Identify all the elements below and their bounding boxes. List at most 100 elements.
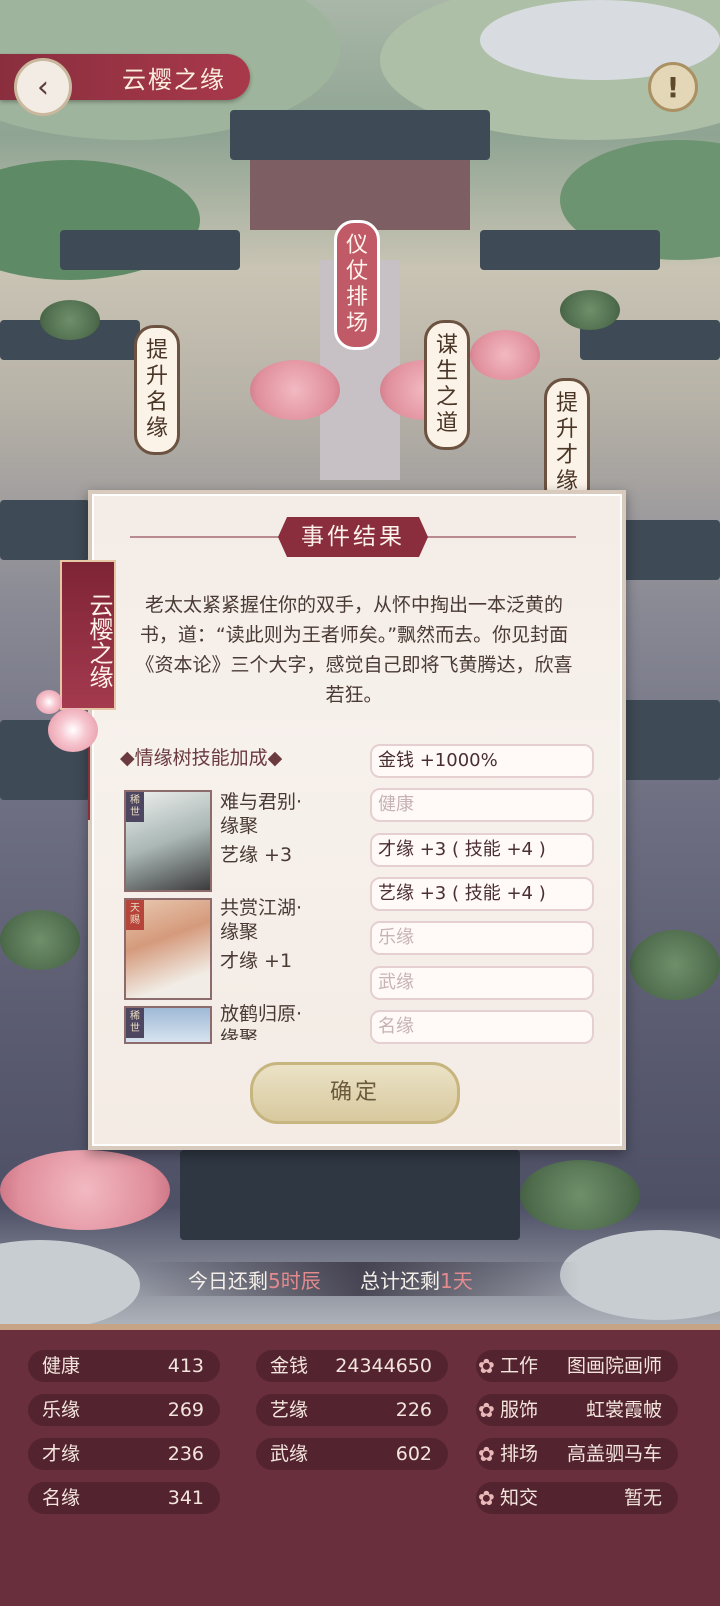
fate-card[interactable]: 稀世 (124, 1006, 212, 1044)
stat-label: 服饰 (500, 1399, 539, 1421)
fate-card[interactable]: 稀世 (124, 790, 212, 892)
stat-value: 高盖驷马车 (566, 1443, 662, 1465)
time-label: 今日还剩 (188, 1269, 268, 1293)
stat-yiyuan: 艺缘 226 (256, 1394, 448, 1426)
title-divider (130, 536, 280, 538)
rarity-tag: 稀世 (126, 1008, 144, 1038)
stat-caiyuan: 才缘 236 (28, 1438, 220, 1470)
card-name: 放鹤归原· 缘聚 (220, 1002, 302, 1040)
stat-value: 413 (167, 1355, 204, 1377)
exclamation-icon: ! (666, 70, 680, 104)
stat-money: 金钱 24344650 (256, 1350, 448, 1382)
blossom-icon: ✿ (478, 1398, 495, 1422)
stat-entourage[interactable]: ✿ 排场 高盖驷马车 (476, 1438, 678, 1470)
map-label-tisheng-mingyuan[interactable]: 提升名缘 (134, 325, 180, 455)
card-bonus: 艺缘 +3 (220, 844, 293, 866)
back-button[interactable]: ‹ (14, 58, 72, 116)
cherry-tree (0, 1150, 170, 1230)
stat-wuyuan: 武缘 602 (256, 1438, 448, 1470)
confirm-button[interactable]: 确定 (250, 1062, 460, 1124)
dialog-title: 事件结果 (278, 517, 428, 557)
tree (630, 930, 720, 1000)
stat-value: 暂无 (623, 1487, 662, 1509)
time-total: 总计还剩1天 (360, 1265, 473, 1294)
map-label-text: 仪仗排场 (345, 233, 368, 336)
stat-bonus-leyuan: 乐缘 (370, 921, 594, 955)
info-button[interactable]: ! (648, 62, 698, 112)
card-name-line: 放鹤归原· (220, 1003, 303, 1025)
map-label-text: 提升名缘 (145, 338, 168, 441)
stat-leyuan: 乐缘 269 (28, 1394, 220, 1426)
tree (560, 290, 620, 330)
stat-bonus-caiyuan: 才缘 +3 ( 技能 +4 ) (370, 833, 594, 867)
chevron-left-icon: ‹ (37, 69, 49, 105)
stat-label: 乐缘 (42, 1399, 81, 1421)
time-hours: 5时辰 (268, 1269, 321, 1293)
event-description: 老太太紧紧握住你的双手，从怀中掏出一本泛黄的书，道：“读此则为王者师矣。”飘然而… (135, 594, 573, 706)
stat-label: 艺缘 (270, 1399, 309, 1421)
stat-value: 24344650 (335, 1355, 432, 1377)
stat-label: 工作 (500, 1355, 539, 1377)
gate-roof (180, 1150, 520, 1240)
rarity-tag: 稀世 (126, 792, 144, 822)
stat-value: 图画院画师 (566, 1355, 662, 1377)
roof (480, 230, 660, 270)
tree (520, 1160, 640, 1230)
stat-label: 金钱 (270, 1355, 309, 1377)
stat-label: 健康 (42, 1355, 81, 1377)
card-name-line: 缘聚 (220, 921, 259, 943)
stat-outfit[interactable]: ✿ 服饰 虹裳霞帔 (476, 1394, 678, 1426)
time-label: 总计还剩 (360, 1269, 440, 1293)
map-label-yizhang[interactable]: 仪仗排场 (334, 220, 380, 350)
stat-mingyuan: 名缘 341 (28, 1482, 220, 1514)
stat-label: 武缘 (270, 1443, 309, 1465)
time-days: 1天 (440, 1269, 473, 1293)
blossom-icon: ✿ (478, 1486, 495, 1510)
palace-wall (250, 150, 470, 230)
card-name-line: 缘聚 (220, 815, 259, 837)
event-ribbon: 云樱之缘 (60, 560, 116, 710)
cherry-blossom-icon (36, 690, 62, 714)
time-today: 今日还剩5时辰 (188, 1265, 321, 1294)
stat-bonus-health: 健康 (370, 788, 594, 822)
fate-card[interactable]: 天赐 (124, 898, 212, 1000)
map-label-text: 提升才缘 (555, 391, 578, 494)
stat-health: 健康 413 (28, 1350, 220, 1382)
map-label-tisheng-caiyuan[interactable]: 提升才缘 (544, 378, 590, 508)
stat-bonus-wuyuan: 武缘 (370, 966, 594, 1000)
tree (40, 300, 100, 340)
tree (0, 910, 80, 970)
stat-value: 602 (395, 1443, 432, 1465)
stat-label: 知交 (500, 1487, 539, 1509)
cherry-blossom-icon (48, 708, 98, 752)
ribbon-tassel (88, 740, 90, 820)
section-heading: ◆情缘树技能加成◆ (120, 747, 283, 769)
rarity-tag: 天赐 (126, 900, 144, 930)
stat-job[interactable]: ✿ 工作 图画院画师 (476, 1350, 678, 1382)
cloud (0, 1240, 140, 1330)
stat-label: 名缘 (42, 1487, 81, 1509)
stat-label: 排场 (500, 1443, 539, 1465)
card-name: 难与君别· 缘聚 (220, 790, 302, 838)
card-name-line: 缘聚 (220, 1027, 259, 1040)
card-name-line: 难与君别· (220, 791, 303, 813)
cherry-tree (250, 360, 340, 420)
stat-value: 341 (167, 1487, 204, 1509)
card-bonus: 才缘 +1 (220, 950, 293, 972)
stat-bonus-money: 金钱 +1000% (370, 744, 594, 778)
blossom-icon: ✿ (478, 1442, 495, 1466)
blossom-icon: ✿ (478, 1354, 495, 1378)
roof (620, 520, 720, 580)
map-label-mousheng[interactable]: 谋生之道 (424, 320, 470, 450)
cloud (560, 1230, 720, 1320)
roof (620, 700, 720, 780)
stat-value: 269 (167, 1399, 204, 1421)
roof (0, 500, 90, 560)
card-name: 共赏江湖· 缘聚 (220, 896, 302, 944)
title-divider (426, 536, 576, 538)
stat-label: 才缘 (42, 1443, 81, 1465)
card-name-line: 共赏江湖· (220, 897, 303, 919)
stat-friend[interactable]: ✿ 知交 暂无 (476, 1482, 678, 1514)
stat-value: 236 (167, 1443, 204, 1465)
palace-roof (230, 110, 490, 160)
